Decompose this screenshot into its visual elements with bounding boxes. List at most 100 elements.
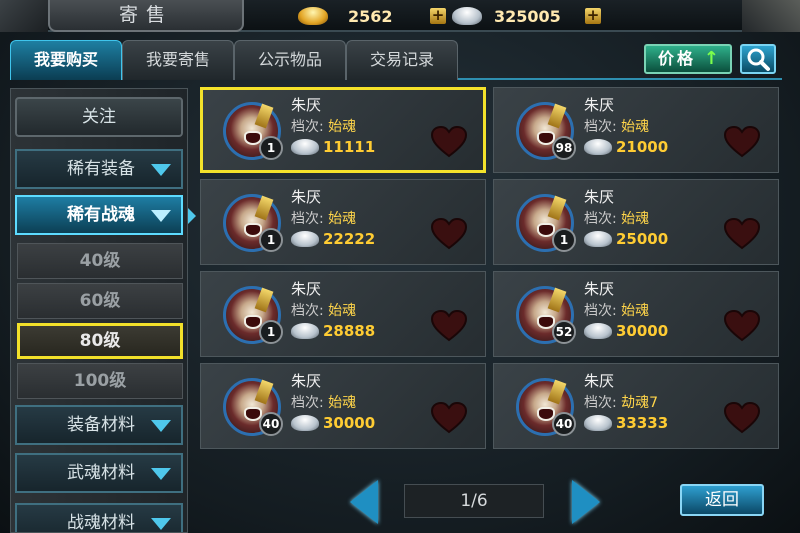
corner-ornament-right [742,0,800,32]
category-label: 战魂材料 [67,513,135,533]
favorite-heart-icon[interactable] [431,402,467,434]
add-silver-button[interactable]: + [585,8,601,24]
search-icon [747,48,770,71]
item-grade: 档次: 始魂 [584,300,649,320]
price-value: 30000 [616,322,669,340]
level-badge: 1 [259,228,283,252]
item-grade: 档次: 始魂 [291,116,356,136]
item-price: 22222 [291,230,375,248]
item-grade: 档次: 始魂 [584,208,649,228]
tab-public-items[interactable]: 公示物品 [234,40,346,80]
grade-label: 档次: [584,303,617,319]
level-filter-40[interactable]: 40级 [17,243,183,279]
chevron-down-icon [151,210,171,222]
page-title: 寄售 [48,0,244,32]
sidebar-pointer-icon [188,208,196,224]
price-value: 21000 [616,138,669,156]
item-card[interactable]: 1 朱厌 档次: 始魂 22222 [200,179,486,265]
grade-label: 档次: [584,119,617,135]
arrow-up-icon: ↑ [703,48,722,69]
grade-label: 档次: [584,211,617,227]
item-name: 朱厌 [584,188,615,206]
favorite-heart-icon[interactable] [431,310,467,342]
category-rare-war-soul[interactable]: 稀有战魂 [15,195,183,235]
item-price: 30000 [291,414,375,432]
chevron-down-icon [151,164,171,176]
item-card[interactable]: 52 朱厌 档次: 始魂 30000 [493,271,779,357]
item-card[interactable]: 40 朱厌 档次: 劫魂7 33333 [493,363,779,449]
item-name: 朱厌 [584,96,615,114]
add-gold-button[interactable]: + [430,8,446,24]
tab-sell[interactable]: 我要寄售 [122,40,234,80]
chevron-down-icon [151,468,171,480]
category-label: 稀有战魂 [67,205,135,225]
category-rare-equipment[interactable]: 稀有装备 [15,149,183,189]
grade-value: 劫魂7 [621,395,659,411]
silver-ingot-icon [584,231,612,247]
favorite-heart-icon[interactable] [724,402,760,434]
level-filter-100[interactable]: 100级 [17,363,183,399]
portrait-crest [547,379,567,405]
item-grade: 档次: 始魂 [584,116,649,136]
follow-button[interactable]: 关注 [15,97,183,137]
silver-ingot-icon [291,231,319,247]
item-card[interactable]: 1 朱厌 档次: 始魂 28888 [200,271,486,357]
grade-label: 档次: [291,211,324,227]
sort-by-price-button[interactable]: 价格 ↑ [644,44,732,74]
price-value: 33333 [616,414,669,432]
silver-ingot-icon [291,415,319,431]
silver-ingot-icon [291,323,319,339]
price-value: 30000 [323,414,376,432]
item-price: 30000 [584,322,668,340]
back-button[interactable]: 返回 [680,484,764,516]
silver-currency: 325005 [452,4,561,28]
level-filter-60[interactable]: 60级 [17,283,183,319]
grade-label: 档次: [291,303,324,319]
portrait-crest [547,103,567,129]
level-badge: 52 [552,320,576,344]
favorite-heart-icon[interactable] [431,218,467,250]
item-name: 朱厌 [291,280,322,298]
tab-buy[interactable]: 我要购买 [10,40,122,80]
tab-trade-history[interactable]: 交易记录 [346,40,458,80]
chevron-down-icon [151,518,171,530]
search-button[interactable] [740,44,776,74]
portrait-crest [547,195,567,221]
item-card[interactable]: 40 朱厌 档次: 始魂 30000 [200,363,486,449]
portrait-crest [254,287,274,313]
item-card[interactable]: 1 朱厌 档次: 始魂 11111 [200,87,486,173]
category-weapon-soul-material[interactable]: 武魂材料 [15,453,183,493]
category-equipment-material[interactable]: 装备材料 [15,405,183,445]
top-bar: 寄售 2562 + 325005 + [0,0,800,32]
prev-page-button[interactable] [350,480,378,524]
price-value: 25000 [616,230,669,248]
favorite-heart-icon[interactable] [431,126,467,158]
item-price: 25000 [584,230,668,248]
item-card[interactable]: 98 朱厌档次: 始魂 21000 [493,87,779,173]
item-grade: 档次: 始魂 [291,208,356,228]
category-label: 稀有装备 [67,159,135,179]
category-label: 武魂材料 [67,463,135,483]
level-badge: 40 [259,412,283,436]
grade-label: 档次: [291,119,324,135]
level-badge: 98 [552,136,576,160]
silver-amount: 325005 [494,6,561,26]
level-badge: 1 [259,136,283,160]
grade-label: 档次: [291,395,324,411]
price-value: 22222 [323,230,376,248]
grade-value: 始魂 [328,395,357,411]
portrait-crest [254,103,274,129]
favorite-heart-icon[interactable] [724,218,760,250]
favorite-heart-icon[interactable] [724,126,760,158]
price-value: 11111 [323,138,376,156]
item-grade: 档次: 劫魂7 [584,392,658,412]
favorite-heart-icon[interactable] [724,310,760,342]
item-card[interactable]: 1 朱厌 档次: 始魂 25000 [493,179,779,265]
grade-value: 始魂 [328,211,357,227]
category-label: 装备材料 [67,415,135,435]
level-filter-80[interactable]: 80级 [17,323,183,359]
item-grade: 档次: 始魂 [291,300,356,320]
level-badge: 40 [552,412,576,436]
category-war-soul-material[interactable]: 战魂材料 [15,503,183,533]
next-page-button[interactable] [572,480,600,524]
